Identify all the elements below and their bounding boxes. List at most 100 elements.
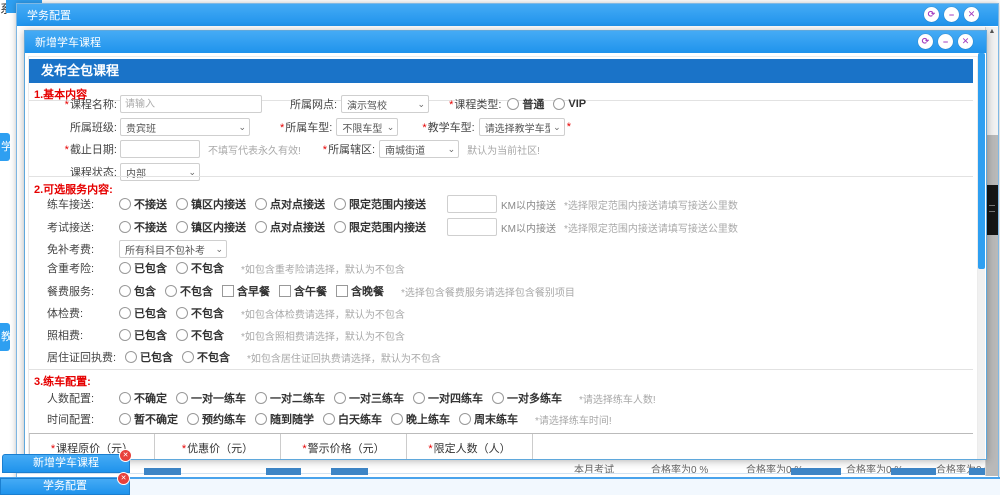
radio-icon bbox=[187, 413, 199, 425]
close-icon[interactable]: ✕ bbox=[119, 449, 132, 462]
checkbox-meal-dinner[interactable]: 含晚餐 bbox=[336, 283, 384, 299]
background-sidebar-tab-2[interactable]: 教 bbox=[0, 323, 10, 351]
price-table-header-warning: *警示价格（元） bbox=[281, 434, 407, 459]
radio-people-3[interactable]: 一对三练车 bbox=[334, 390, 404, 406]
divider bbox=[29, 176, 973, 177]
branch-select[interactable]: 演示驾校 ⌄ bbox=[341, 95, 429, 113]
deadline-input[interactable] bbox=[120, 140, 200, 158]
close-icon[interactable]: ✕ bbox=[958, 34, 973, 49]
radio-exam-pickup-0[interactable]: 不接送 bbox=[119, 219, 167, 235]
radio-people-2[interactable]: 一对二练车 bbox=[255, 390, 325, 406]
field-row-meal: 餐费服务: 包含 不包含 含早餐 含午餐 含晚餐 *选择包含餐费服务请选择包含餐… bbox=[39, 282, 962, 300]
radio-icon bbox=[176, 307, 188, 319]
radio-icon bbox=[119, 285, 131, 297]
radio-icon bbox=[334, 392, 346, 404]
checkbox-meal-lunch[interactable]: 含午餐 bbox=[279, 283, 327, 299]
radio-time-4[interactable]: 晚上练车 bbox=[391, 411, 450, 427]
scrollbar-thumb[interactable] bbox=[986, 185, 998, 235]
car-type-select[interactable]: 不限车型 ⌄ bbox=[336, 118, 398, 136]
radio-residence-0[interactable]: 已包含 bbox=[125, 349, 173, 365]
radio-people-5[interactable]: 一对多练车 bbox=[492, 390, 562, 406]
refresh-icon[interactable]: ⟳ bbox=[918, 34, 933, 49]
radio-icon bbox=[255, 413, 267, 425]
radio-meal-include[interactable]: 包含 bbox=[119, 283, 156, 299]
time-config-note: *请选择练车时间! bbox=[535, 412, 612, 427]
course-name-input[interactable] bbox=[120, 95, 262, 113]
modal-scrollbar-thumb[interactable] bbox=[978, 53, 985, 269]
radio-retake-insurance-1[interactable]: 不包含 bbox=[176, 260, 224, 276]
meal-note: *选择包含餐费服务请选择包含餐别项目 bbox=[401, 284, 575, 299]
course-type-label: 课程类型: bbox=[454, 99, 501, 111]
minimize-icon[interactable]: − bbox=[938, 34, 953, 49]
radio-practice-pickup-2[interactable]: 点对点接送 bbox=[255, 196, 325, 212]
teach-car-select[interactable]: 请选择教学车型 ⌄ bbox=[479, 118, 565, 136]
radio-icon bbox=[255, 221, 267, 233]
radio-photo-1[interactable]: 不包含 bbox=[176, 327, 224, 343]
radio-photo-0[interactable]: 已包含 bbox=[119, 327, 167, 343]
district-select[interactable]: 南城街道 ⌄ bbox=[379, 140, 459, 158]
radio-retake-insurance-0[interactable]: 已包含 bbox=[119, 260, 167, 276]
radio-time-0[interactable]: 暂不确定 bbox=[119, 411, 178, 427]
field-row-retake-insurance: 含重考险: 已包含 不包含 *如包含重考险请选择，默认为不包含 bbox=[39, 259, 962, 277]
radio-time-2[interactable]: 随到随学 bbox=[255, 411, 314, 427]
status-select[interactable]: 内部 ⌄ bbox=[120, 163, 200, 181]
taskbar-tab-student-affairs[interactable]: 学务配置 bbox=[0, 478, 130, 495]
radio-icon bbox=[119, 392, 131, 404]
radio-practice-pickup-1[interactable]: 镇区内接送 bbox=[176, 196, 246, 212]
exam-pickup-label: 考试接送: bbox=[47, 219, 119, 235]
background-sidebar-tab-1[interactable]: 学 bbox=[0, 133, 10, 161]
checkbox-meal-breakfast[interactable]: 含早餐 bbox=[222, 283, 270, 299]
class-select[interactable]: 贵宾班 ⌄ bbox=[120, 118, 250, 136]
radio-time-5[interactable]: 周末练车 bbox=[459, 411, 518, 427]
practice-km-input[interactable] bbox=[447, 195, 497, 213]
close-icon[interactable]: ✕ bbox=[964, 7, 979, 22]
physical-label: 体检费: bbox=[47, 305, 119, 321]
field-row-status: 课程状态: 内部 ⌄ bbox=[39, 163, 962, 181]
scroll-up-icon[interactable]: ▲ bbox=[986, 28, 998, 35]
close-icon[interactable]: ✕ bbox=[117, 472, 130, 485]
progress-bar bbox=[144, 468, 181, 475]
radio-exam-pickup-1[interactable]: 镇区内接送 bbox=[176, 219, 246, 235]
radio-icon bbox=[165, 285, 177, 297]
radio-practice-pickup-3[interactable]: 限定范围内接送 bbox=[334, 196, 426, 212]
progress-bar bbox=[969, 468, 985, 475]
radio-icon bbox=[119, 307, 131, 319]
scrollbar-grip bbox=[989, 205, 995, 206]
radio-residence-1[interactable]: 不包含 bbox=[182, 349, 230, 365]
minimize-icon[interactable]: − bbox=[944, 7, 959, 22]
field-row-deadline: *截止日期: 不填写代表永久有效! *所属辖区: 南城街道 ⌄ 默认为当前社区! bbox=[39, 140, 962, 158]
modal-titlebar[interactable]: 新增学车课程 ⟳ − ✕ bbox=[25, 31, 986, 53]
time-config-label: 时间配置: bbox=[47, 411, 119, 427]
retake-fee-select[interactable]: 所有科目不包补考 ⌄ bbox=[119, 240, 227, 258]
radio-time-1[interactable]: 预约练车 bbox=[187, 411, 246, 427]
practice-pickup-note: *选择限定范围内接送请填写接送公里数 bbox=[564, 197, 738, 212]
radio-icon bbox=[119, 413, 131, 425]
modal-body: 发布全包课程 1.基本内容 *课程名称: 所属网点: 演示驾校 ⌄ *课程类型:… bbox=[25, 53, 986, 459]
taskbar-tab-add-course[interactable]: 新增学车课程 bbox=[2, 454, 130, 473]
radio-course-type-vip[interactable]: VIP bbox=[553, 98, 586, 110]
radio-people-1[interactable]: 一对一练车 bbox=[176, 390, 246, 406]
outer-window-titlebar[interactable]: 学务配置 ⟳ − ✕ bbox=[17, 4, 998, 26]
field-row-residence: 居住证回执费: 已包含 不包含 *如包含居住证回执费请选择，默认为不包含 bbox=[39, 348, 962, 366]
radio-time-3[interactable]: 白天练车 bbox=[323, 411, 382, 427]
radio-physical-1[interactable]: 不包含 bbox=[176, 305, 224, 321]
scrollbar-grip bbox=[989, 211, 995, 212]
exam-km-input[interactable] bbox=[447, 218, 497, 236]
residence-label: 居住证回执费: bbox=[47, 349, 119, 365]
radio-exam-pickup-3[interactable]: 限定范围内接送 bbox=[334, 219, 426, 235]
modal-scrollbar[interactable] bbox=[978, 53, 985, 459]
radio-physical-0[interactable]: 已包含 bbox=[119, 305, 167, 321]
required-mark: * bbox=[567, 121, 571, 133]
radio-people-0[interactable]: 不确定 bbox=[119, 390, 167, 406]
radio-people-4[interactable]: 一对四练车 bbox=[413, 390, 483, 406]
progress-bar bbox=[891, 468, 936, 475]
refresh-icon[interactable]: ⟳ bbox=[924, 7, 939, 22]
radio-course-type-normal[interactable]: 普通 bbox=[507, 96, 544, 112]
exam-km-suffix: KM以内接送 bbox=[501, 220, 556, 235]
radio-exam-pickup-2[interactable]: 点对点接送 bbox=[255, 219, 325, 235]
car-type-label: 所属车型: bbox=[285, 122, 332, 134]
radio-icon bbox=[125, 351, 137, 363]
field-row-people-config: 人数配置: 不确定 一对一练车 一对二练车 一对三练车 一对四练车 一对多练车 … bbox=[39, 389, 962, 407]
radio-practice-pickup-0[interactable]: 不接送 bbox=[119, 196, 167, 212]
radio-meal-exclude[interactable]: 不包含 bbox=[165, 283, 213, 299]
